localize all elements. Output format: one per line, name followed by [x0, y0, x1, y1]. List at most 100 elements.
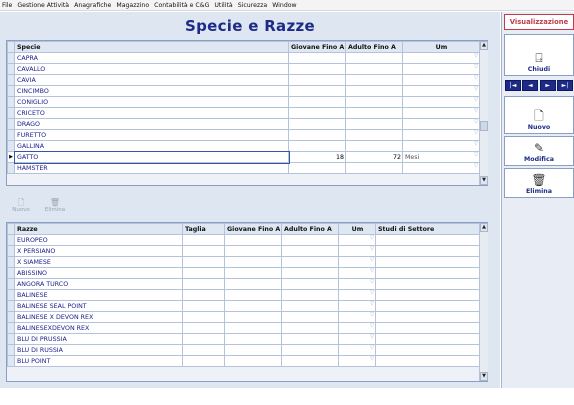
young-until-cell[interactable] — [224, 355, 282, 367]
menu-item[interactable]: File — [2, 2, 12, 9]
table-row[interactable]: CRICETO ▽ — [7, 107, 480, 119]
adult-until-cell[interactable] — [281, 300, 339, 312]
young-until-cell[interactable] — [288, 140, 346, 152]
species-name-cell[interactable]: CINCIMBO — [14, 85, 289, 97]
row-selector[interactable] — [7, 129, 15, 141]
table-row[interactable]: BALINESE ▽ — [7, 289, 480, 301]
row-selector[interactable] — [7, 245, 15, 257]
young-until-cell[interactable] — [224, 344, 282, 356]
um-dropdown-cell[interactable]: ▽ — [338, 256, 376, 268]
column-header-young-until[interactable]: Giovane Fino A — [224, 223, 282, 235]
table-row[interactable]: GALLINA ▽ — [7, 140, 480, 152]
table-row[interactable]: ABISSINO ▽ — [7, 267, 480, 279]
row-selector[interactable] — [7, 107, 15, 119]
row-selector[interactable] — [7, 85, 15, 97]
row-selector[interactable] — [7, 333, 15, 345]
adult-until-cell[interactable] — [281, 256, 339, 268]
table-row[interactable]: ▶ GATTO 18 72 Mesi ▽ — [7, 150, 480, 164]
table-row[interactable]: BALINESEXDEVON REX ▽ — [7, 322, 480, 334]
menu-item[interactable]: Magazzino — [116, 2, 149, 9]
species-name-cell[interactable]: DRAGO — [14, 118, 289, 130]
row-selector[interactable] — [7, 118, 15, 130]
sector-studies-cell[interactable] — [375, 234, 480, 246]
edit-button[interactable]: ✎ Modifica — [504, 136, 574, 166]
row-selector[interactable] — [7, 74, 15, 86]
species-name-cell[interactable]: HAMSTER — [14, 162, 289, 174]
young-until-cell[interactable] — [224, 245, 282, 257]
previous-record-button[interactable]: ◄ — [522, 80, 539, 91]
sector-studies-cell[interactable] — [375, 322, 480, 334]
sector-studies-cell[interactable] — [375, 278, 480, 290]
adult-until-cell[interactable] — [345, 140, 403, 152]
species-name-cell[interactable]: GALLINA — [14, 140, 289, 152]
row-selector[interactable] — [7, 355, 15, 367]
table-row[interactable]: CINCIMBO ▽ — [7, 85, 480, 97]
um-dropdown-cell[interactable]: ▽ — [402, 63, 480, 75]
adult-until-cell[interactable] — [281, 344, 339, 356]
adult-until-cell[interactable] — [281, 245, 339, 257]
column-header-young-until[interactable]: Giovane Fino A — [288, 41, 346, 53]
um-dropdown-cell[interactable]: ▽ — [338, 289, 376, 301]
adult-until-cell[interactable] — [345, 129, 403, 141]
um-dropdown-cell[interactable]: ▽ — [402, 85, 480, 97]
young-until-cell[interactable]: 18 — [288, 151, 346, 163]
row-selector[interactable] — [7, 311, 15, 323]
adult-until-cell[interactable] — [345, 85, 403, 97]
adult-until-cell[interactable] — [345, 74, 403, 86]
species-name-cell[interactable]: CAPRA — [14, 52, 289, 64]
table-row[interactable]: X SIAMESE ▽ — [7, 256, 480, 268]
table-row[interactable]: BALINESE SEAL POINT ▽ — [7, 300, 480, 312]
young-until-cell[interactable] — [288, 162, 346, 174]
menu-item[interactable]: Sicurezza — [238, 2, 267, 9]
breed-name-cell[interactable]: ANGORA TURCO — [14, 278, 183, 290]
breed-name-cell[interactable]: BALINESE X DEVON REX — [14, 311, 183, 323]
young-until-cell[interactable] — [288, 74, 346, 86]
breed-name-cell[interactable]: BLU POINT — [14, 355, 183, 367]
scroll-up-icon[interactable]: ▲ — [480, 223, 488, 232]
size-cell[interactable] — [182, 256, 225, 268]
scroll-down-icon[interactable]: ▼ — [480, 372, 488, 381]
sector-studies-cell[interactable] — [375, 344, 480, 356]
row-selector[interactable] — [7, 256, 15, 268]
row-selector[interactable]: ▶ — [7, 151, 15, 163]
um-dropdown-cell[interactable]: ▽ — [402, 107, 480, 119]
sector-studies-cell[interactable] — [375, 333, 480, 345]
row-selector[interactable] — [7, 140, 15, 152]
table-row[interactable]: BLU DI PRUSSIA ▽ — [7, 333, 480, 345]
adult-until-cell[interactable] — [345, 52, 403, 64]
column-header-species[interactable]: Specie — [14, 41, 289, 53]
row-selector[interactable] — [7, 267, 15, 279]
adult-until-cell[interactable] — [281, 333, 339, 345]
breed-new-button[interactable]: 🗋 Nuovo — [7, 195, 35, 221]
column-header-sector-studies[interactable]: Studi di Settore — [375, 223, 480, 235]
breed-grid-scrollbar[interactable]: ▲ ▼ — [479, 223, 488, 381]
um-dropdown-cell[interactable]: ▽ — [338, 322, 376, 334]
scroll-up-icon[interactable]: ▲ — [480, 41, 488, 50]
row-selector[interactable] — [7, 52, 15, 64]
um-dropdown-cell[interactable]: ▽ — [402, 129, 480, 141]
adult-until-cell[interactable] — [281, 267, 339, 279]
um-dropdown-cell[interactable]: ▽ — [338, 300, 376, 312]
adult-until-cell[interactable] — [281, 289, 339, 301]
column-header-um[interactable]: Um — [338, 223, 376, 235]
table-row[interactable]: CAVIA ▽ — [7, 74, 480, 86]
young-until-cell[interactable] — [224, 278, 282, 290]
table-row[interactable]: HAMSTER ▽ — [7, 162, 480, 174]
young-until-cell[interactable] — [224, 234, 282, 246]
sector-studies-cell[interactable] — [375, 267, 480, 279]
young-until-cell[interactable] — [224, 322, 282, 334]
young-until-cell[interactable] — [288, 129, 346, 141]
table-row[interactable]: DRAGO ▽ — [7, 118, 480, 130]
table-row[interactable]: BLU DI RUSSIA ▽ — [7, 344, 480, 356]
table-row[interactable]: BALINESE X DEVON REX ▽ — [7, 311, 480, 323]
species-name-cell[interactable]: CONIGLIO — [14, 96, 289, 108]
adult-until-cell[interactable] — [345, 118, 403, 130]
breed-delete-button[interactable]: 🗑 Elimina — [41, 195, 69, 221]
adult-until-cell[interactable] — [281, 311, 339, 323]
adult-until-cell[interactable] — [345, 162, 403, 174]
new-button[interactable]: 🗋 Nuovo — [504, 96, 574, 134]
breed-name-cell[interactable]: BLU DI RUSSIA — [14, 344, 183, 356]
adult-until-cell[interactable] — [345, 96, 403, 108]
um-dropdown-cell[interactable]: ▽ — [338, 267, 376, 279]
young-until-cell[interactable] — [288, 107, 346, 119]
